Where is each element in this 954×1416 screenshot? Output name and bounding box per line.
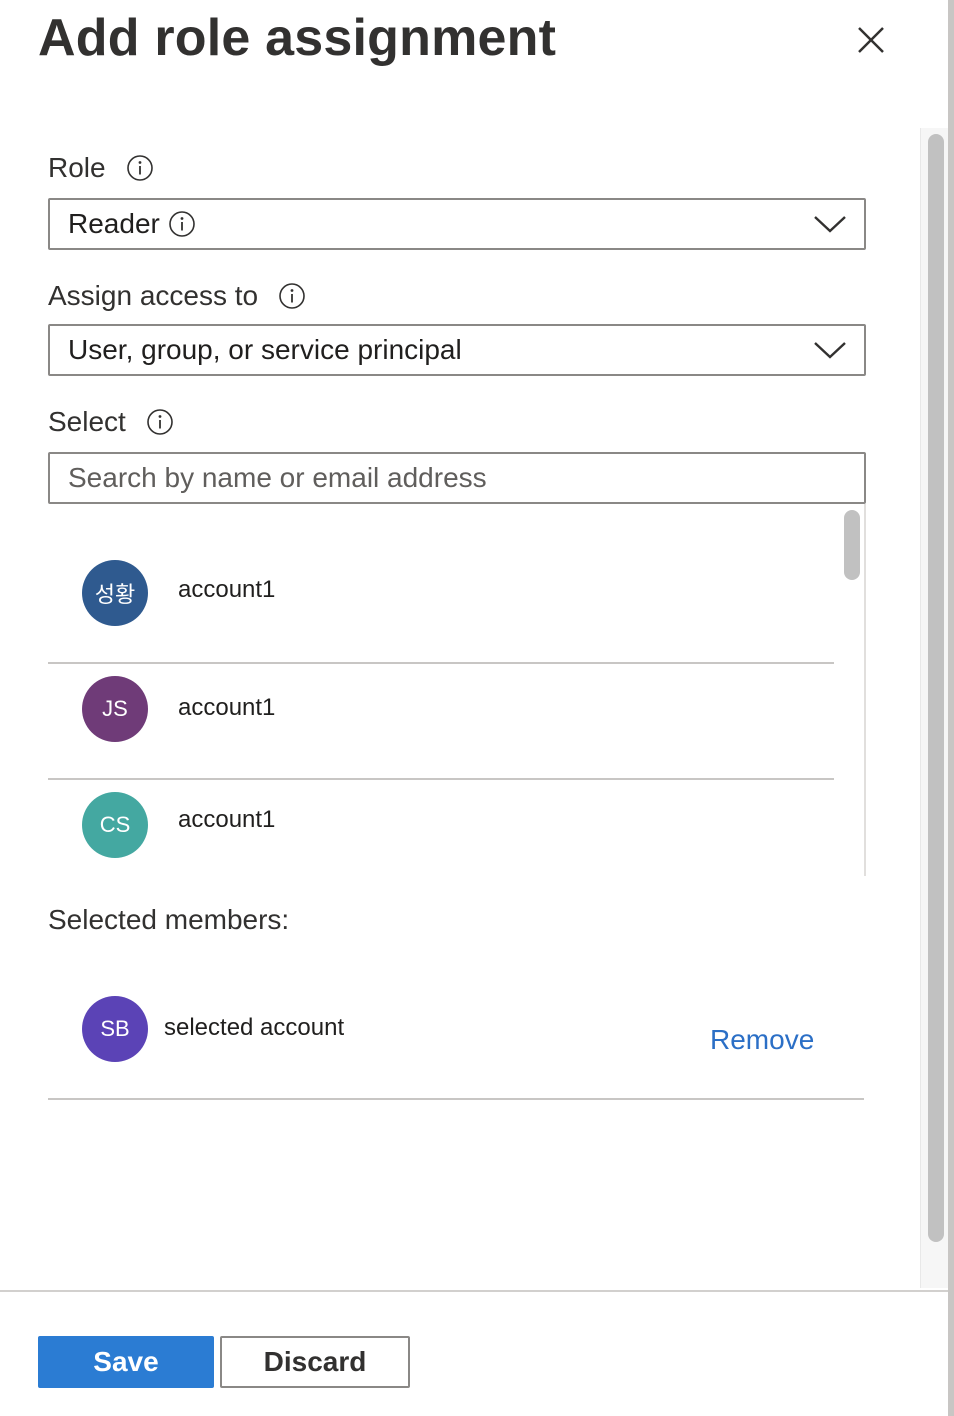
avatar: SB — [82, 996, 148, 1062]
search-field[interactable] — [48, 452, 866, 504]
selected-member-row: SB selected account Remove — [48, 980, 864, 1100]
save-button[interactable]: Save — [38, 1336, 214, 1388]
account-name: account1 — [178, 806, 276, 833]
remove-link[interactable]: Remove — [710, 1024, 814, 1056]
row-divider — [48, 1098, 864, 1100]
assign-access-label: Assign access to — [48, 280, 259, 311]
info-icon[interactable] — [168, 210, 196, 238]
selected-members-heading: Selected members: — [48, 904, 290, 935]
panel-scrollbar-thumb[interactable] — [928, 134, 944, 1242]
panel-title: Add role assignment — [38, 9, 557, 67]
close-icon — [858, 27, 884, 53]
role-assignment-panel: Add role assignment Role Reader Assign a… — [0, 0, 950, 1416]
results-border — [864, 504, 866, 876]
role-value: Reader — [68, 208, 160, 239]
chevron-down-icon — [812, 212, 848, 236]
assign-access-label-row: Assign access to — [48, 280, 306, 312]
discard-button[interactable]: Discard — [220, 1336, 410, 1388]
assign-access-value: User, group, or service principal — [68, 334, 462, 365]
close-button[interactable] — [846, 18, 896, 64]
panel-edge — [948, 0, 954, 1416]
footer-divider — [0, 1290, 950, 1292]
role-label-row: Role — [48, 152, 154, 184]
info-icon[interactable] — [146, 408, 174, 436]
avatar: JS — [82, 676, 148, 742]
list-item[interactable]: CS account1 — [48, 780, 834, 876]
search-input[interactable] — [50, 454, 864, 502]
select-label-row: Select — [48, 406, 174, 438]
list-item[interactable]: 성황 account1 — [48, 504, 834, 664]
role-dropdown[interactable]: Reader — [48, 198, 866, 250]
avatar: CS — [82, 792, 148, 858]
role-label: Role — [48, 152, 106, 183]
assign-access-dropdown[interactable]: User, group, or service principal — [48, 324, 866, 376]
info-icon[interactable] — [126, 154, 154, 182]
account-name: account1 — [178, 576, 276, 603]
avatar: 성황 — [82, 560, 148, 626]
results-scrollbar-thumb[interactable] — [844, 510, 860, 580]
search-results-list: 성황 account1 JS account1 CS account1 — [48, 504, 866, 876]
list-item[interactable]: JS account1 — [48, 664, 834, 780]
info-icon[interactable] — [278, 282, 306, 310]
select-label: Select — [48, 406, 126, 437]
selected-member-name: selected account — [164, 1014, 345, 1041]
account-name: account1 — [178, 694, 276, 721]
chevron-down-icon — [812, 338, 848, 362]
